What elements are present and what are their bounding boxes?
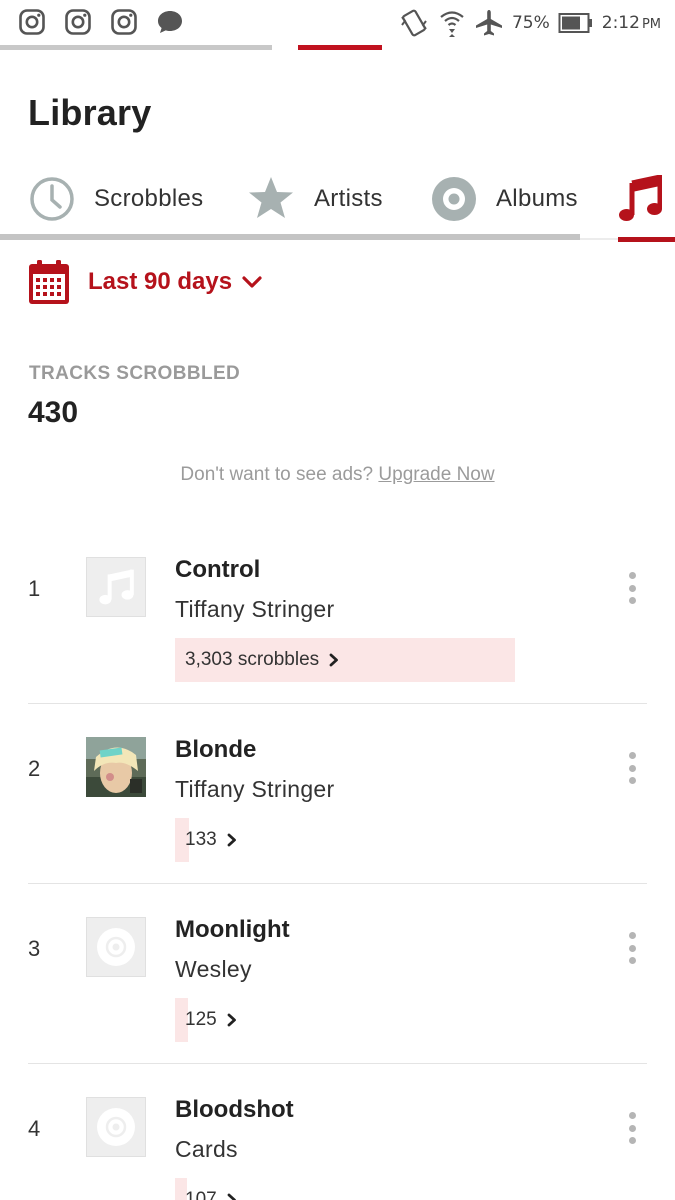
track-title[interactable]: Blonde [175,736,256,764]
scrobble-count-bar[interactable]: 133 [175,818,515,862]
list-item[interactable]: 3 Moonlight Wesley 125 [0,884,675,1064]
vibrate-icon [401,9,427,37]
track-rank: 1 [28,576,41,601]
battery-icon [558,13,592,33]
clock-time: 2:12 PM [602,13,661,33]
chevron-right-icon [329,653,339,667]
library-tabs: Scrobbles Artists Albums [0,166,675,242]
music-note-icon [619,175,662,221]
scrobble-count-bar[interactable]: 107 [175,1178,515,1200]
progress-indicator [298,45,382,50]
instagram-icon [19,9,45,35]
star-icon [249,177,293,218]
scrobble-count: 125 [185,1009,237,1031]
notification-icons [18,8,184,36]
airplane-icon [475,10,502,36]
track-artist[interactable]: Cards [175,1136,238,1163]
instagram-icon [65,9,91,35]
scrobble-count-value: 125 [185,1009,217,1030]
track-artist[interactable]: Tiffany Stringer [175,776,334,803]
track-rank: 4 [28,1116,41,1141]
list-item[interactable]: 2 Blonde Tiffany Stringer 133 [0,704,675,884]
tab-albums[interactable]: Albums [430,166,578,232]
battery-percent: 75% [511,13,550,33]
scrobble-count-bar[interactable]: 3,303 scrobbles [175,638,515,682]
scrobble-count: 3,303 scrobbles [185,649,339,671]
tab-active-indicator [618,237,675,242]
ad-upsell-text: Don't want to see ads? [180,464,374,485]
clock-ampm: PM [641,17,661,32]
tab-tracks[interactable] [618,166,662,232]
disc-placeholder-icon [97,928,135,966]
clock-time-value: 2:12 [601,13,640,33]
disc-placeholder-icon [97,1108,135,1146]
scrobble-count-bar[interactable]: 125 [175,998,515,1042]
instagram-icon [111,9,137,35]
track-artwork[interactable] [86,1097,146,1157]
scrobble-count: 133 [185,829,237,851]
track-rank: 3 [28,936,41,961]
date-range-dropdown[interactable]: Last 90 days [28,258,262,306]
track-title[interactable]: Bloodshot [175,1096,294,1124]
clock-icon [30,177,74,221]
more-options-button[interactable] [622,928,642,968]
disc-icon [432,177,476,221]
tab-artists[interactable]: Artists [246,166,383,232]
progress-track [0,45,272,50]
track-rank: 2 [28,756,41,781]
scrobble-count: 107 [185,1189,237,1200]
scrobble-count-value: 3,303 scrobbles [185,649,320,670]
list-item[interactable]: 1 Control Tiffany Stringer 3,303 scrobbl… [0,524,675,704]
scrobble-count-value: 133 [185,829,217,850]
tab-scrobbles[interactable]: Scrobbles [28,166,203,232]
track-artist[interactable]: Wesley [175,956,252,983]
track-title[interactable]: Moonlight [175,916,290,944]
track-title[interactable]: Control [175,556,260,584]
tab-scrobbles-label: Scrobbles [94,185,204,212]
track-artwork[interactable] [86,557,146,617]
status-bar: 75% 2:12 PM [0,0,675,46]
tab-albums-label: Albums [496,185,578,212]
chevron-down-icon [242,276,262,288]
tabs-divider [0,234,580,240]
album-photo-image [86,737,146,797]
track-artist[interactable]: Tiffany Stringer [175,596,334,623]
system-indicators: 75% 2:12 PM [398,6,661,40]
calendar-icon [29,260,69,304]
music-note-placeholder-icon [99,569,134,605]
chevron-right-icon [227,1193,236,1200]
chevron-right-icon [227,1013,236,1027]
loading-progress-bar [0,45,675,50]
date-range-label: Last 90 days [88,268,233,295]
tab-artists-label: Artists [314,185,383,212]
message-bubble-icon [158,11,182,33]
ad-upsell: Don't want to see ads? Upgrade Now [0,464,675,486]
wifi-icon [440,11,464,37]
track-artwork[interactable] [86,917,146,977]
more-options-button[interactable] [622,1108,642,1148]
chevron-right-icon [227,833,236,847]
upgrade-now-link[interactable]: Upgrade Now [378,464,494,485]
tracks-scrobbled-count: 430 [28,396,79,429]
scrobble-count-value: 107 [185,1189,217,1200]
list-item[interactable]: 4 Bloodshot Cards 107 [0,1064,675,1200]
more-options-button[interactable] [622,748,642,788]
track-artwork[interactable] [86,737,146,797]
page-title: Library [28,92,152,133]
more-options-button[interactable] [622,568,642,608]
tracks-scrobbled-label: TRACKS SCROBBLED [29,363,241,384]
